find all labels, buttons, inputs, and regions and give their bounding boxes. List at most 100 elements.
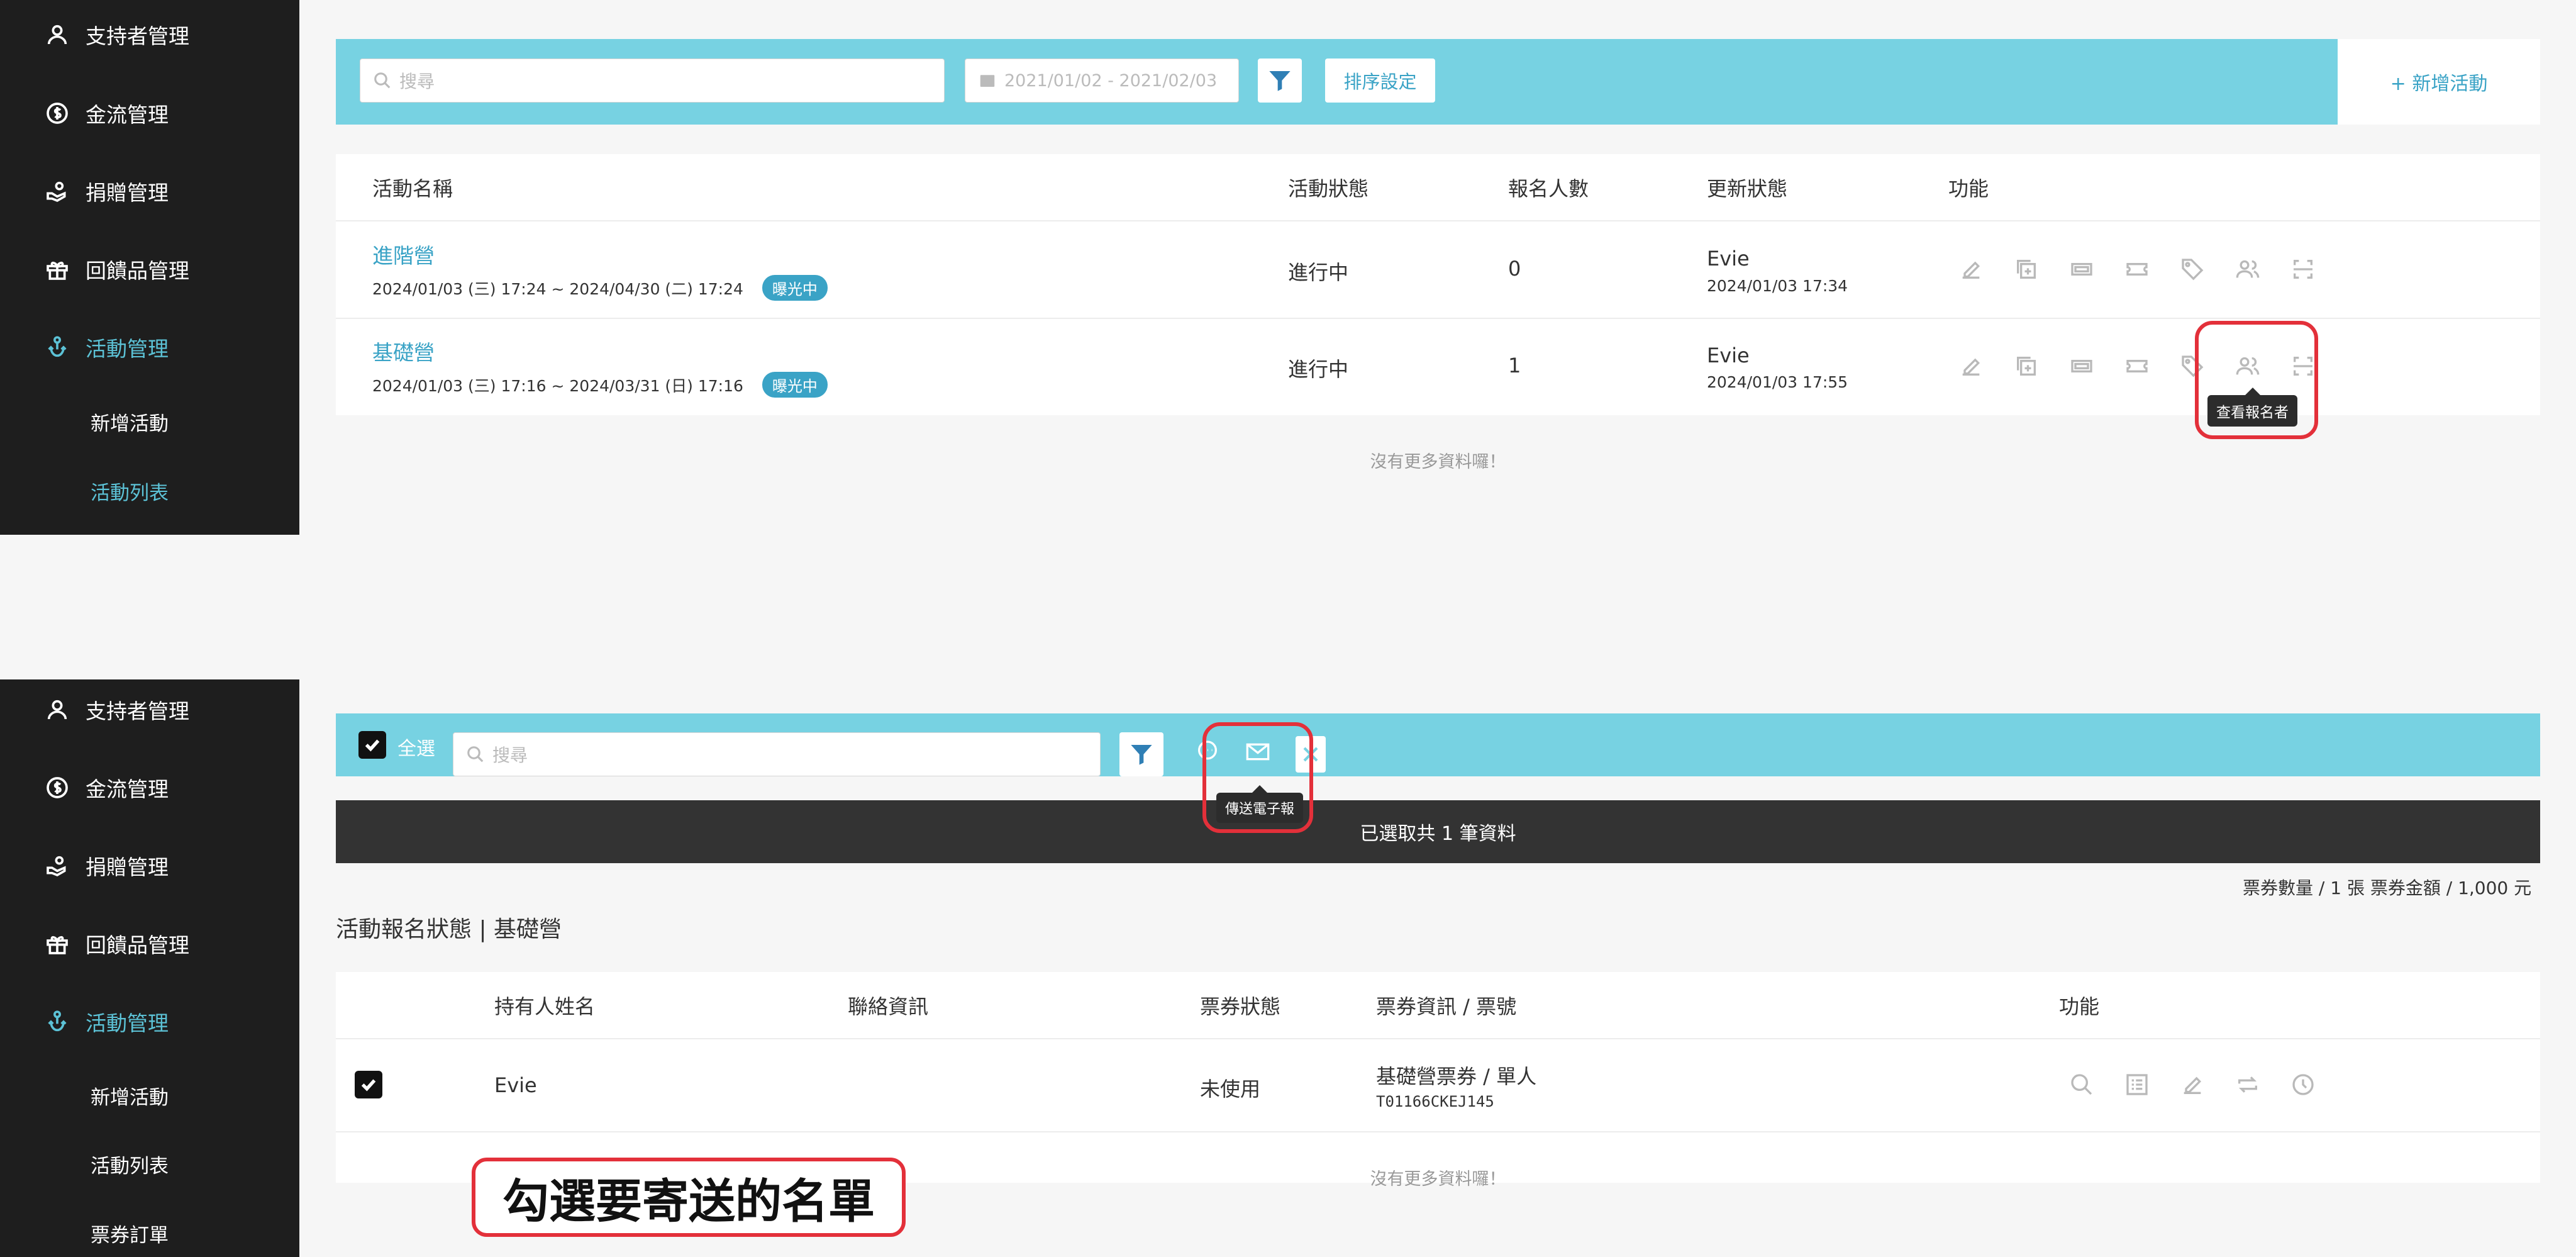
sidebar-item-label: 捐贈管理 xyxy=(86,181,169,205)
sidebar-item-label: 活動管理 xyxy=(86,337,169,361)
edit-icon[interactable] xyxy=(1943,347,1999,385)
filter-icon xyxy=(1269,71,1291,91)
sidebar-item-label: 回饋品管理 xyxy=(86,259,189,283)
highlight-box xyxy=(2195,321,2318,439)
divider xyxy=(336,220,2540,221)
activity-name-link[interactable]: 進階營 xyxy=(372,239,435,269)
sidebar-item-label: 支持者管理 xyxy=(86,24,189,48)
activity-name-link[interactable]: 基礎營 xyxy=(372,336,435,366)
user-icon xyxy=(44,696,70,723)
period-text: 2024/01/03 (三) 17:24 ~ 2024/04/30 (二) 17… xyxy=(372,280,743,298)
sidebar-subitem-add-activity[interactable]: 新增活動 xyxy=(91,406,169,437)
add-activity-button[interactable]: + 新增活動 xyxy=(2338,39,2540,125)
sidebar-subitem-activity-list[interactable]: 活動列表 xyxy=(91,475,169,506)
list-icon[interactable] xyxy=(2109,1066,2165,1103)
dollar-circle-icon xyxy=(44,100,70,126)
column-header-ticket-status: 票券狀態 xyxy=(1200,995,1281,1019)
sidebar-item-label: 回饋品管理 xyxy=(86,933,189,958)
coupon-icon[interactable] xyxy=(2109,250,2165,288)
history-icon[interactable] xyxy=(2275,1066,2331,1103)
search-placeholder: 搜尋 xyxy=(399,71,435,92)
activity-status: 進行中 xyxy=(1288,357,1349,381)
tag-icon[interactable] xyxy=(2165,250,2220,288)
column-header-holder: 持有人姓名 xyxy=(494,995,596,1019)
duplicate-icon[interactable] xyxy=(1999,250,2054,288)
row-actions xyxy=(2054,1066,2331,1103)
row-actions xyxy=(1943,250,2331,288)
filter-button[interactable] xyxy=(1119,732,1163,776)
search-icon xyxy=(374,72,391,89)
activity-period: 2024/01/03 (三) 17:16 ~ 2024/03/31 (日) 17… xyxy=(372,372,828,398)
sidebar-subitem-activity-list[interactable]: 活動列表 xyxy=(91,1148,169,1180)
sidebar-item-activities[interactable]: 活動管理 xyxy=(44,1003,169,1041)
scan-icon[interactable] xyxy=(2275,250,2331,288)
signup-count: 1 xyxy=(1508,354,1521,377)
search-icon xyxy=(467,746,484,763)
search-icon[interactable] xyxy=(2054,1066,2109,1103)
sidebar-item-gifts[interactable]: 回饋品管理 xyxy=(44,925,189,963)
sidebar: 支持者管理 金流管理 捐贈管理 回饋品管理 活動管理 新增活動 活動列表 xyxy=(0,0,299,535)
activity-icon xyxy=(44,1008,70,1035)
edit-icon[interactable] xyxy=(1943,250,1999,288)
sidebar-item-supporters[interactable]: 支持者管理 xyxy=(44,16,189,53)
column-header-ticket-info: 票券資訊 / 票號 xyxy=(1376,995,1517,1019)
sidebar-item-payments[interactable]: 金流管理 xyxy=(44,769,169,807)
user-icon xyxy=(44,21,70,48)
select-all-checkbox[interactable] xyxy=(358,731,386,759)
select-all-label: 全選 xyxy=(397,738,435,760)
column-header-contact: 聯絡資訊 xyxy=(848,995,929,1019)
instruction-callout: 勾選要寄送的名單 xyxy=(472,1158,906,1237)
filter-button[interactable] xyxy=(1258,59,1302,103)
page-title: 活動報名狀態 | 基礎營 xyxy=(336,917,562,942)
row-checkbox[interactable] xyxy=(355,1071,382,1098)
divider xyxy=(336,318,2540,319)
sidebar-item-donations[interactable]: 捐贈管理 xyxy=(44,847,169,885)
sidebar-item-donations[interactable]: 捐贈管理 xyxy=(44,172,169,210)
holder-name: Evie xyxy=(494,1073,537,1097)
date-range-value: 2021/01/02 - 2021/02/03 xyxy=(1004,70,1218,91)
check-icon xyxy=(361,1079,376,1092)
sidebar: 支持者管理 金流管理 捐贈管理 回饋品管理 活動管理 新增活動 活動列表 票券訂… xyxy=(0,679,299,1257)
updater-name: Evie xyxy=(1707,247,1750,271)
status-badge: 曝光中 xyxy=(762,372,828,398)
sidebar-item-supporters[interactable]: 支持者管理 xyxy=(44,691,189,729)
filter-icon xyxy=(1131,745,1152,765)
transfer-icon[interactable] xyxy=(2220,1066,2275,1103)
coupon-icon[interactable] xyxy=(2109,347,2165,385)
highlight-box xyxy=(1202,722,1313,833)
divider xyxy=(336,1038,2540,1039)
activity-status: 進行中 xyxy=(1288,260,1349,284)
sidebar-item-label: 捐贈管理 xyxy=(86,855,169,880)
column-header-name: 活動名稱 xyxy=(372,177,453,201)
donate-hand-icon xyxy=(44,852,70,879)
search-input[interactable]: 搜尋 xyxy=(453,732,1101,776)
ticket-info: 基礎營票券 / 單人 xyxy=(1376,1064,1537,1088)
activity-icon xyxy=(44,334,70,360)
updated-time: 2024/01/03 17:34 xyxy=(1707,277,1848,295)
selection-count-bar: 已選取共 1 筆資料 xyxy=(336,800,2540,863)
duplicate-icon[interactable] xyxy=(1999,347,2054,385)
attendee-list-panel: 支持者管理 金流管理 捐贈管理 回饋品管理 活動管理 新增活動 活動列表 票券訂… xyxy=(0,679,2576,1257)
date-range-input[interactable]: 2021/01/02 - 2021/02/03 xyxy=(965,59,1239,103)
ticket-number: T01166CKEJ145 xyxy=(1376,1093,1494,1110)
sidebar-item-label: 金流管理 xyxy=(86,103,169,127)
edit-icon[interactable] xyxy=(2165,1066,2220,1103)
ticket-status: 未使用 xyxy=(1200,1077,1261,1101)
ticket-icon[interactable] xyxy=(2054,347,2109,385)
sidebar-item-gifts[interactable]: 回饋品管理 xyxy=(44,250,189,288)
sidebar-item-payments[interactable]: 金流管理 xyxy=(44,94,169,132)
column-header-status: 活動狀態 xyxy=(1288,177,1369,201)
no-more-data: 沒有更多資料囉！ xyxy=(1370,452,1506,472)
ticket-icon[interactable] xyxy=(2054,250,2109,288)
sort-settings-button[interactable]: 排序設定 xyxy=(1325,59,1435,103)
status-badge: 曝光中 xyxy=(762,275,828,301)
ticket-summary: 票券數量 / 1 張 票券金額 / 1,000 元 xyxy=(2243,878,2532,898)
sidebar-item-activities[interactable]: 活動管理 xyxy=(44,328,169,366)
gift-icon xyxy=(44,256,70,282)
sidebar-subitem-ticket-orders[interactable]: 票券訂單 xyxy=(91,1217,169,1249)
search-input[interactable]: 搜尋 xyxy=(360,59,945,103)
sidebar-subitem-add-activity[interactable]: 新增活動 xyxy=(91,1080,169,1111)
check-icon xyxy=(365,739,380,752)
attendees-icon[interactable] xyxy=(2220,250,2275,288)
column-header-update: 更新狀態 xyxy=(1707,177,1788,201)
